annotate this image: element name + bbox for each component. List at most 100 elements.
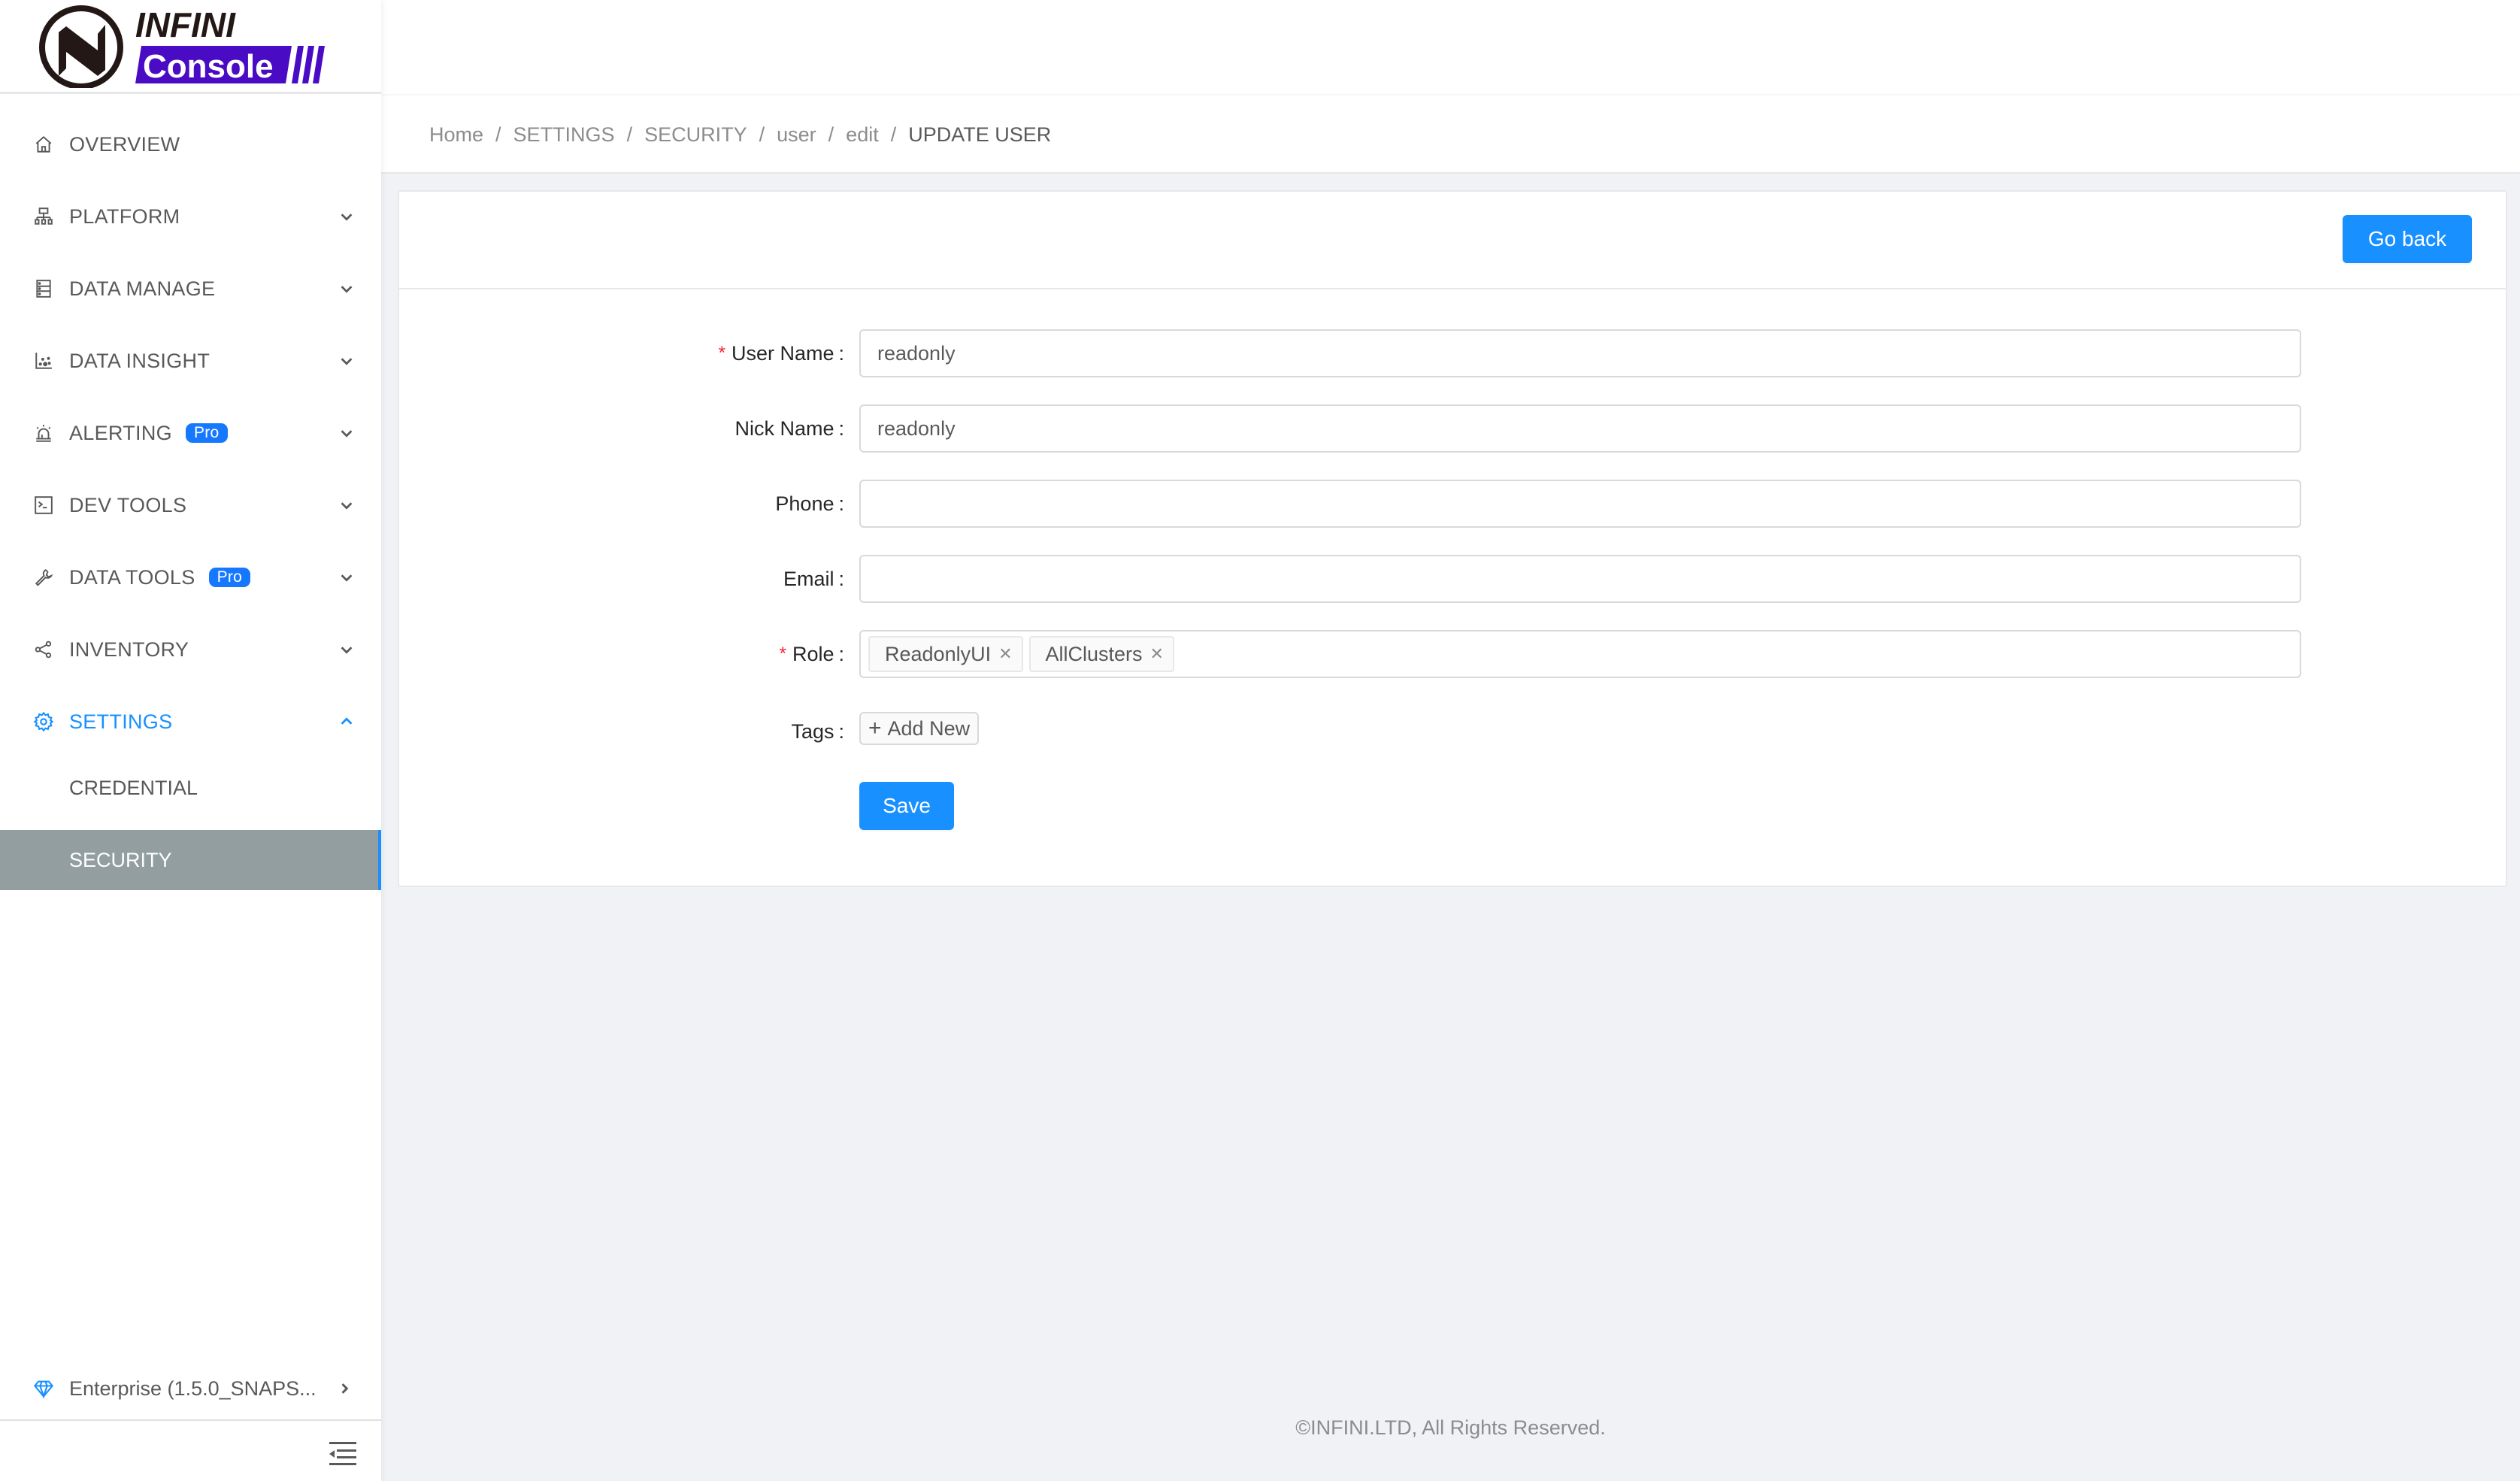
email-input[interactable]: [859, 555, 2301, 603]
label-text: Nick Name: [734, 416, 834, 440]
chevron-right-icon: [337, 1381, 352, 1396]
sidebar-subitem-security[interactable]: SECURITY: [0, 830, 381, 890]
sidebar: INFINI Console OVERVIEW PLATFORM DATA MA…: [0, 0, 381, 1481]
chevron-up-icon: [338, 713, 355, 730]
sidebar-subitem-label: CREDENTIAL: [69, 776, 198, 799]
form-row-phone: Phone:: [399, 480, 2506, 528]
email-label: Email:: [783, 567, 844, 590]
breadcrumb-separator: /: [890, 123, 897, 146]
sidebar-footer: Enterprise (1.5.0_SNAPS...: [0, 1358, 381, 1481]
pro-badge: Pro: [185, 423, 228, 443]
sidebar-item-data-tools[interactable]: DATA TOOLS Pro: [0, 541, 381, 613]
terminal-icon: [33, 495, 54, 516]
label-text: Phone: [775, 492, 834, 515]
form-row-username: * User Name:: [399, 329, 2506, 377]
sidebar-item-label: PLATFORM: [69, 204, 180, 228]
database-icon: [33, 278, 54, 299]
breadcrumb: Home / SETTINGS / SECURITY / user / edit…: [429, 120, 1051, 150]
nickname-label: Nick Name:: [734, 416, 844, 440]
sidebar-subitem-credential[interactable]: CREDENTIAL: [0, 758, 381, 818]
tags-label: Tags:: [791, 719, 844, 743]
breadcrumb-user[interactable]: user: [777, 120, 816, 150]
wrench-icon: [33, 567, 54, 588]
sidebar-item-alerting[interactable]: ALERTING Pro: [0, 397, 381, 469]
cluster-icon: [33, 206, 54, 227]
plus-icon: +: [868, 716, 882, 740]
sidebar-item-label: DEV TOOLS: [69, 493, 187, 516]
sidebar-item-dev-tools[interactable]: DEV TOOLS: [0, 469, 381, 541]
menu-fold-icon[interactable]: [328, 1440, 356, 1466]
sidebar-item-label: DATA MANAGE: [69, 277, 216, 300]
role-tag: AllClusters ✕: [1028, 636, 1174, 672]
required-mark: *: [779, 644, 786, 664]
top-header: [381, 0, 2520, 94]
username-input[interactable]: [859, 329, 2301, 377]
label-text: User Name: [731, 341, 834, 365]
breadcrumb-edit[interactable]: edit: [846, 120, 879, 150]
logo-text-bottom: Console: [143, 48, 274, 85]
add-tag-button[interactable]: + Add New: [859, 712, 980, 745]
breadcrumb-separator: /: [495, 123, 501, 146]
phone-input[interactable]: [859, 480, 2301, 528]
chevron-down-icon: [338, 208, 355, 225]
update-user-card: Go back * User Name: Nick Name: Phone: E…: [398, 190, 2507, 887]
phone-label: Phone:: [775, 492, 844, 515]
role-tag-label: AllClusters: [1045, 642, 1143, 665]
home-icon: [33, 134, 54, 155]
form-row-email: Email:: [399, 555, 2506, 603]
form-row-role: * Role: ReadonlyUI ✕ AllClusters ✕: [399, 630, 2506, 678]
sidebar-item-overview[interactable]: OVERVIEW: [0, 108, 381, 180]
role-select[interactable]: ReadonlyUI ✕ AllClusters ✕: [859, 630, 2301, 678]
breadcrumb-home[interactable]: Home: [429, 120, 483, 150]
required-mark: *: [718, 343, 725, 363]
sidebar-item-settings[interactable]: SETTINGS: [0, 686, 381, 758]
form-row-nickname: Nick Name:: [399, 404, 2506, 453]
infini-console-logo: INFINI Console: [39, 5, 325, 88]
sidebar-item-label: DATA TOOLS Pro: [69, 565, 251, 589]
add-tag-label: Add New: [887, 716, 971, 740]
pro-badge: Pro: [208, 568, 251, 587]
form-row-actions: Save: [399, 782, 2506, 830]
sidebar-item-label: INVENTORY: [69, 638, 189, 661]
label-text: Email: [783, 567, 834, 590]
nickname-input[interactable]: [859, 404, 2301, 453]
sidebar-item-label: SETTINGS: [69, 710, 173, 733]
card-header: Go back: [399, 192, 2506, 289]
sidebar-item-label: OVERVIEW: [69, 132, 180, 156]
sidebar-subitem-label: SECURITY: [69, 848, 172, 871]
go-back-button[interactable]: Go back: [2343, 215, 2472, 263]
chevron-down-icon: [338, 280, 355, 297]
breadcrumb-separator: /: [828, 123, 834, 146]
breadcrumb-current: UPDATE USER: [908, 123, 1052, 146]
sidebar-item-text: DATA TOOLS: [69, 565, 195, 589]
version-label: Enterprise (1.5.0_SNAPS...: [69, 1377, 317, 1400]
sidebar-item-label: ALERTING Pro: [69, 422, 228, 445]
sidebar-item-data-insight[interactable]: DATA INSIGHT: [0, 325, 381, 397]
scatter-chart-icon: [33, 350, 54, 371]
logo[interactable]: INFINI Console: [0, 0, 381, 94]
role-label: * Role:: [779, 642, 844, 665]
chevron-down-icon: [338, 569, 355, 586]
breadcrumb-separator: /: [626, 123, 633, 146]
breadcrumb-settings[interactable]: SETTINGS: [513, 120, 615, 150]
diamond-icon: [33, 1378, 54, 1399]
collapse-row: [0, 1421, 381, 1481]
sidebar-item-inventory[interactable]: INVENTORY: [0, 613, 381, 686]
sidebar-item-platform[interactable]: PLATFORM: [0, 180, 381, 253]
label-text: Tags: [791, 719, 834, 743]
sidebar-item-data-manage[interactable]: DATA MANAGE: [0, 253, 381, 325]
version-info[interactable]: Enterprise (1.5.0_SNAPS...: [0, 1358, 381, 1421]
breadcrumb-security[interactable]: SECURITY: [644, 120, 747, 150]
close-icon[interactable]: ✕: [998, 644, 1012, 664]
save-button[interactable]: Save: [859, 782, 954, 830]
sidebar-item-text: ALERTING: [69, 421, 172, 444]
role-tag-label: ReadonlyUI: [885, 642, 992, 665]
close-icon[interactable]: ✕: [1150, 644, 1164, 664]
copyright-footer: ©INFINI.LTD, All Rights Reserved.: [1295, 1416, 1606, 1439]
gear-icon: [33, 711, 54, 732]
breadcrumb-bar: Home / SETTINGS / SECURITY / user / edit…: [381, 94, 2520, 174]
label-text: Role: [792, 642, 834, 665]
logo-text-top: INFINI: [135, 5, 236, 44]
username-label: * User Name:: [718, 341, 844, 365]
sidebar-menu: OVERVIEW PLATFORM DATA MANAGE DATA INSIG…: [0, 108, 381, 902]
